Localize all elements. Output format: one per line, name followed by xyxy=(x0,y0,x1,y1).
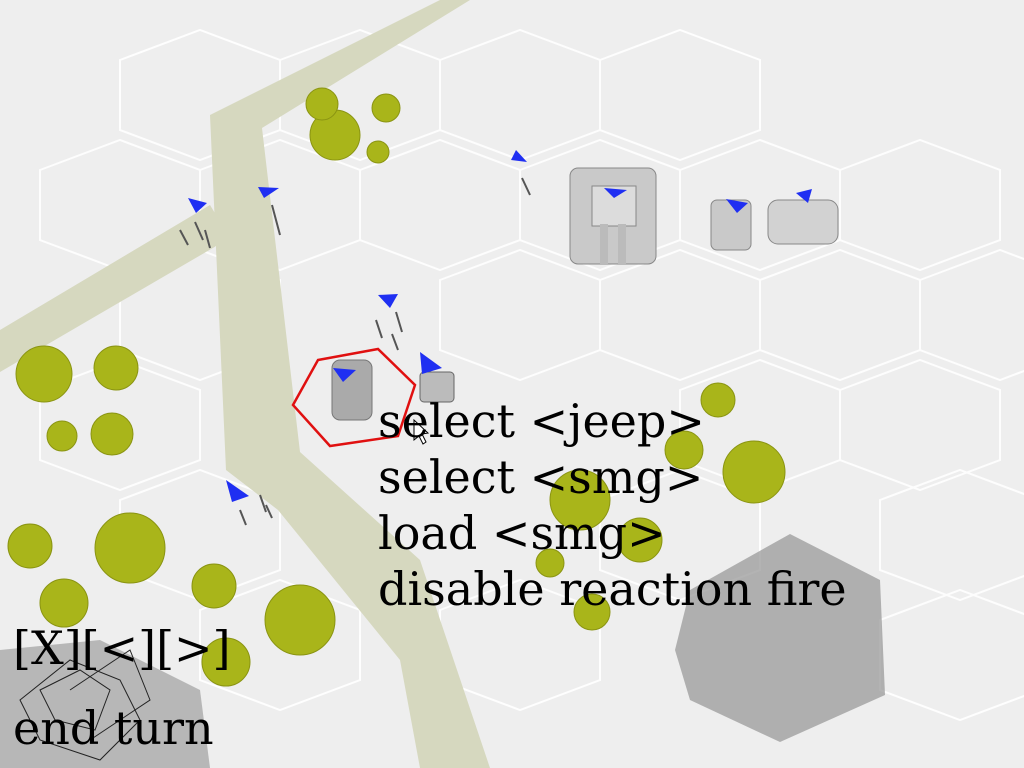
select-smg-command[interactable]: select <smg> xyxy=(378,449,703,505)
load-smg-command[interactable]: load <smg> xyxy=(378,505,666,561)
unit-tank-heavy[interactable] xyxy=(569,167,657,265)
unit-navigation: [X][<][>] xyxy=(13,620,231,676)
select-jeep-command[interactable]: select <jeep> xyxy=(378,393,705,449)
end-turn-button[interactable]: end turn xyxy=(13,700,214,756)
disable-reaction-fire-command[interactable]: disable reaction fire xyxy=(378,561,847,617)
unit-tank-light[interactable] xyxy=(710,199,839,251)
close-button[interactable]: [X] xyxy=(13,621,82,675)
next-unit-button[interactable]: [>] xyxy=(156,621,230,675)
previous-unit-button[interactable]: [<] xyxy=(82,621,156,675)
